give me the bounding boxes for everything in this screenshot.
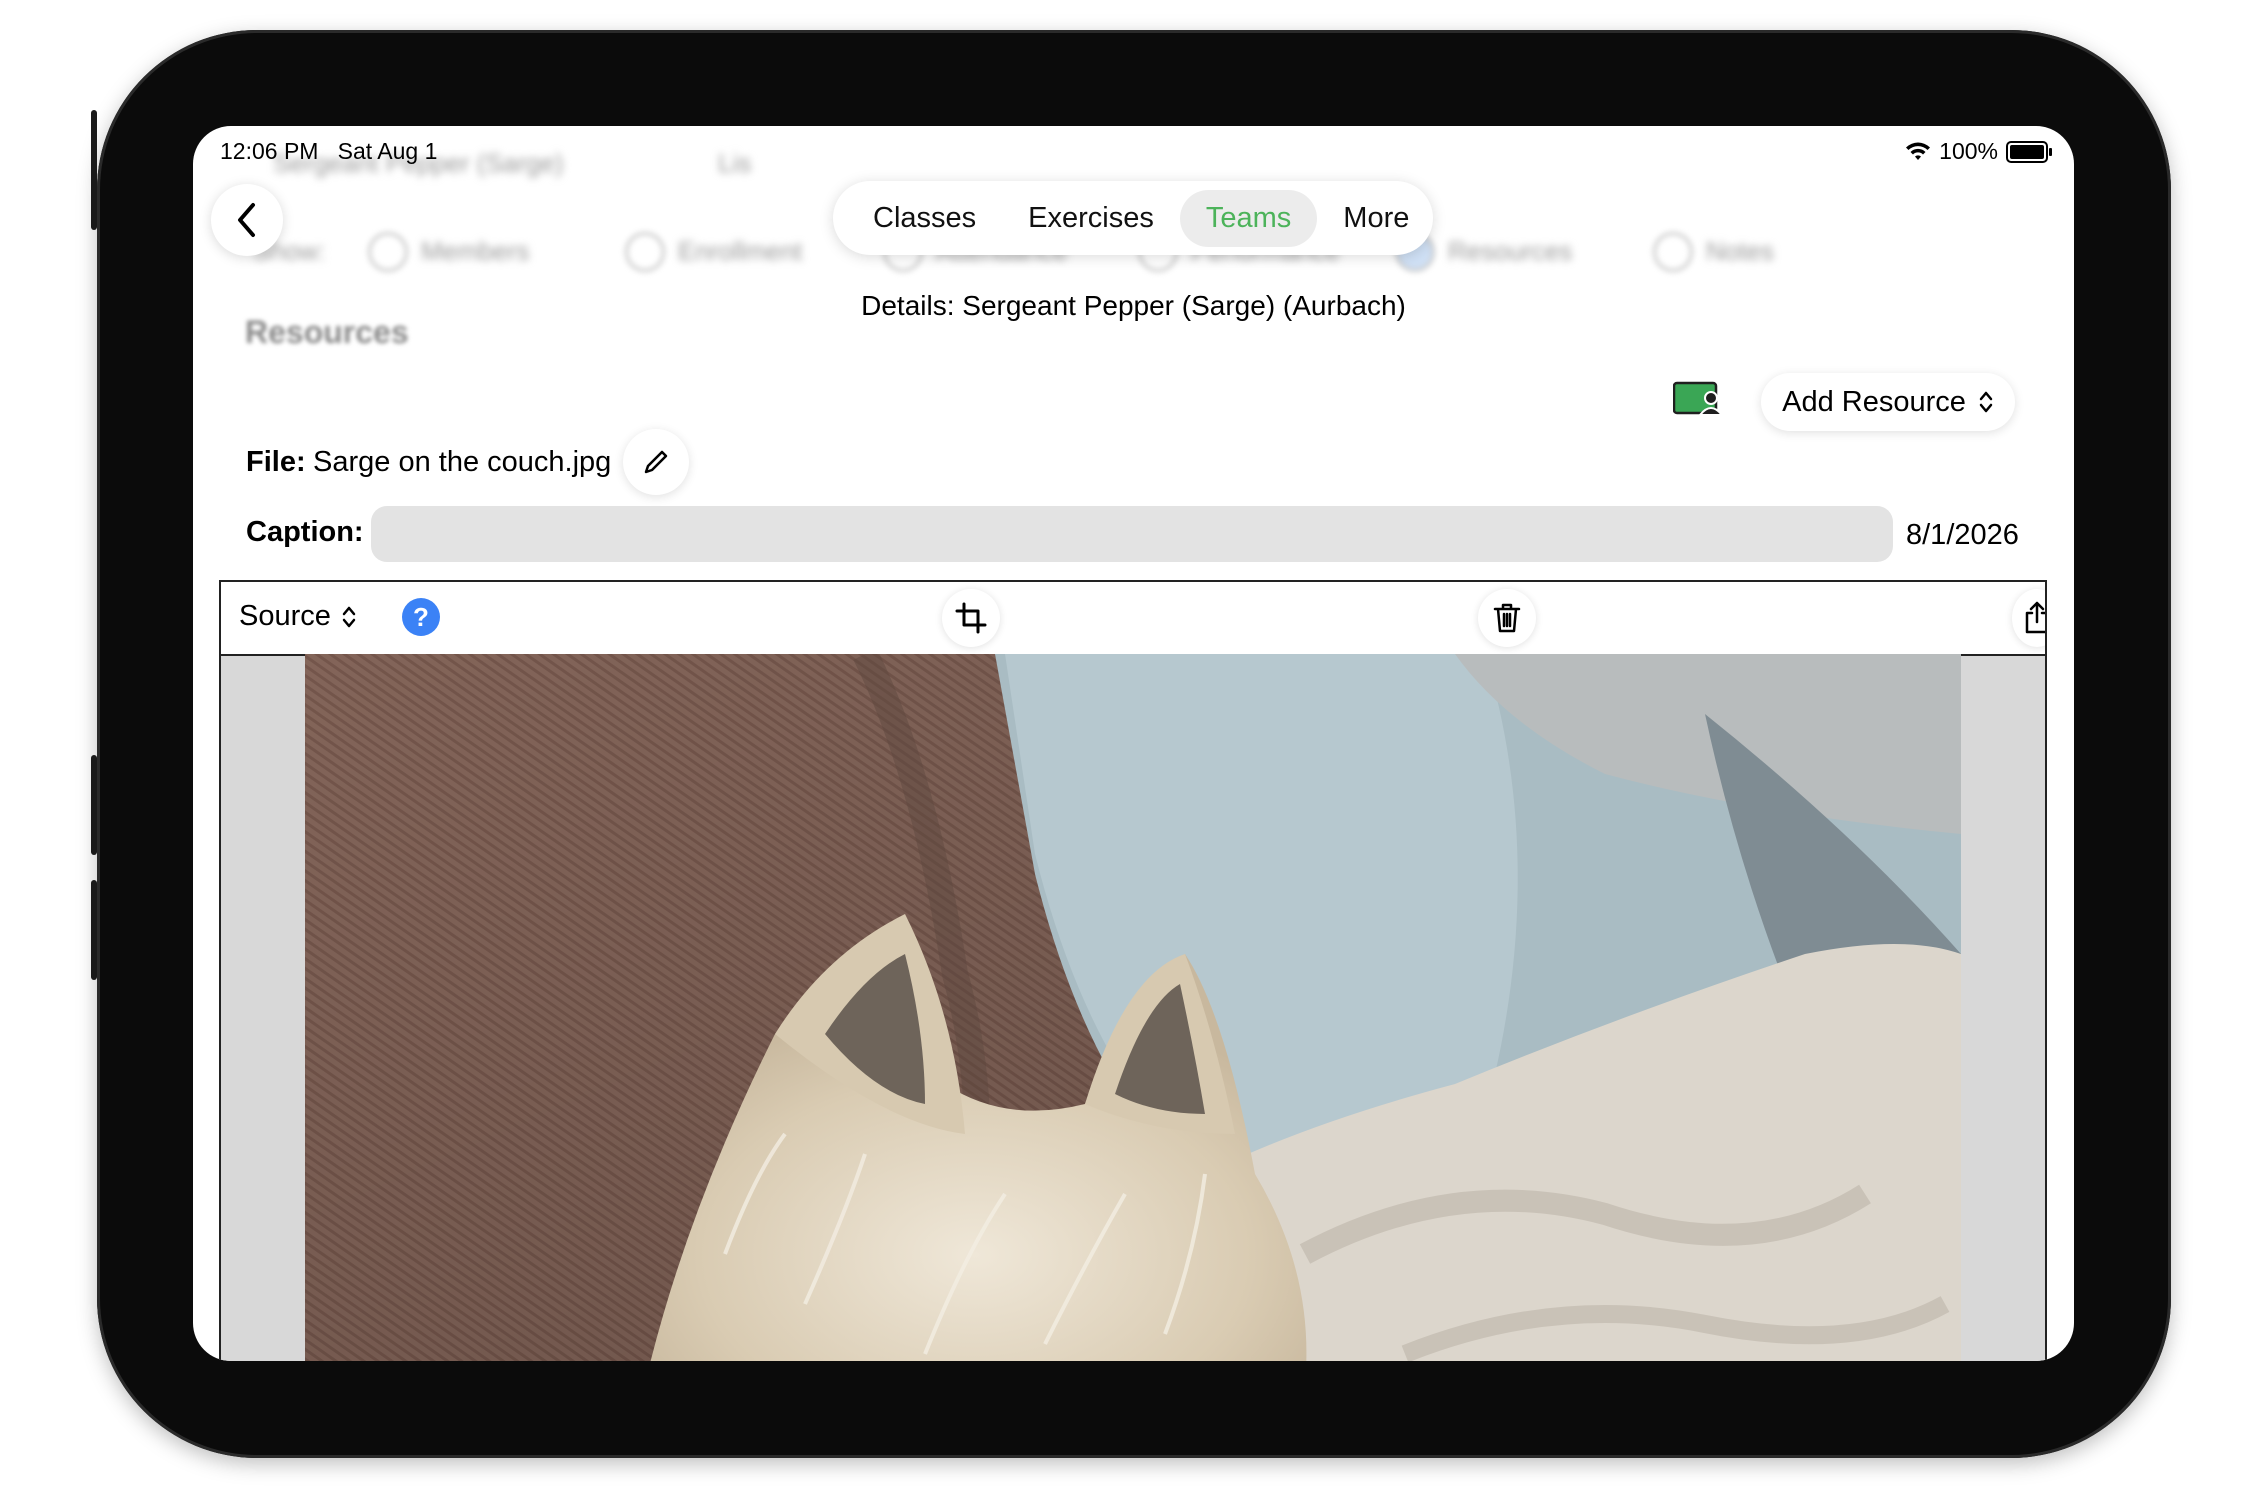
ghost-option: Enrollment xyxy=(678,236,803,266)
ghost-list: Lis xyxy=(718,148,752,178)
chevron-updown-icon xyxy=(1979,391,1993,413)
caption-label: Caption: xyxy=(246,516,364,548)
ghost-option: Notes xyxy=(1706,236,1774,266)
image-toolbar: Source ? xyxy=(221,582,2045,656)
status-date-text: Sat Aug 1 xyxy=(337,138,438,164)
battery-icon xyxy=(2006,140,2052,163)
tab-exercises[interactable]: Exercises xyxy=(1002,190,1180,247)
chevron-updown-icon xyxy=(342,606,356,627)
ghost-radio xyxy=(368,232,408,272)
share-button[interactable] xyxy=(2012,589,2045,647)
status-right: 100% xyxy=(1905,138,2052,165)
file-label: File: xyxy=(246,446,306,478)
wifi-icon xyxy=(1906,142,1931,160)
ghost-option: Members xyxy=(421,236,530,266)
volume-button xyxy=(91,110,97,230)
status-time-text: 12:06 PM xyxy=(220,138,319,164)
status-time: 12:06 PM Sat Aug 1 xyxy=(220,138,437,165)
resource-photo xyxy=(305,654,1961,1361)
tab-classes[interactable]: Classes xyxy=(847,190,1002,247)
caption-date: 8/1/2026 xyxy=(1906,519,2019,551)
tab-teams[interactable]: Teams xyxy=(1179,189,1318,247)
tab-more[interactable]: More xyxy=(1317,190,1435,247)
add-resource-button[interactable]: Add Resource xyxy=(1761,373,2015,431)
source-selector[interactable]: Source xyxy=(239,600,357,633)
tab-bar: Classes Exercises Teams More xyxy=(833,181,1433,255)
help-icon[interactable]: ? xyxy=(402,598,440,636)
side-button xyxy=(91,755,97,855)
caption-field[interactable] xyxy=(371,506,1893,562)
crop-button[interactable] xyxy=(942,589,1000,647)
share-icon xyxy=(2025,601,2045,634)
source-label: Source xyxy=(239,600,331,632)
trash-icon xyxy=(1493,603,1521,633)
ghost-option: Resources xyxy=(1448,236,1573,266)
crop-icon xyxy=(955,602,987,634)
battery-percent: 100% xyxy=(1939,138,1998,164)
page-title: Details: Sergeant Pepper (Sarge) (Aurbac… xyxy=(861,290,1406,321)
ghost-radio xyxy=(1653,232,1693,272)
add-resource-label: Add Resource xyxy=(1782,385,1966,418)
app-screen: Sergeant Pepper (Sarge) Lis Show: Member… xyxy=(193,126,2074,1361)
ghost-radio xyxy=(625,232,665,272)
back-chevron-icon xyxy=(238,203,255,237)
edit-filename-button[interactable] xyxy=(623,429,689,495)
pencil-icon xyxy=(644,450,668,474)
back-button[interactable] xyxy=(211,184,283,256)
file-name: Sarge on the couch.jpg xyxy=(313,446,612,478)
delete-button[interactable] xyxy=(1478,589,1536,647)
side-button-2 xyxy=(91,880,97,980)
image-panel: Source ? xyxy=(219,580,2047,1361)
person-card-icon[interactable] xyxy=(1673,381,1723,417)
